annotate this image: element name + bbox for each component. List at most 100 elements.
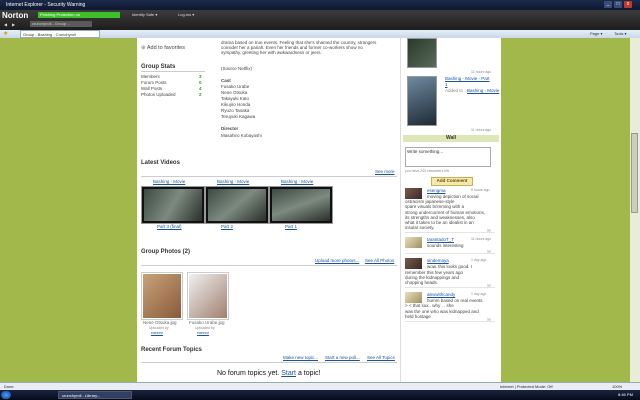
close-button[interactable]: x: [624, 1, 632, 8]
address-bar[interactable]: crunchyroll - Group ...: [30, 21, 92, 27]
video2-title-link[interactable]: Bashing - Movie - Part: [445, 76, 490, 81]
video-title-link[interactable]: Bashing - Movie: [281, 179, 313, 184]
reply-icon[interactable]: ✉: [487, 249, 491, 255]
divider: [141, 362, 397, 363]
start-topic-link[interactable]: Start: [281, 370, 296, 377]
cast-name: Kikujiro Honda: [221, 102, 251, 107]
video2-by-link[interactable]: Bashing - Movie: [467, 88, 499, 93]
user-avatar[interactable]: [405, 258, 422, 270]
browser-tab[interactable]: Group - Bashing - Crunchyroll: [20, 30, 100, 38]
photo-thumbnail[interactable]: [141, 272, 183, 320]
photo-name: Fusako Urabe.jpg: [189, 320, 225, 325]
taskbar-task[interactable]: crunchyroll - Library...: [58, 391, 132, 399]
favorites-star-icon[interactable]: ★: [3, 30, 8, 37]
cast-name: Ryuzo Tanaka: [221, 108, 250, 113]
stat-label: Photos Uploaded: [141, 92, 176, 97]
cast-name: Nene Otsuka: [221, 90, 248, 95]
video-thumbnail[interactable]: [407, 38, 437, 68]
photo-uploaded-by: Uploaded by: [195, 326, 215, 330]
upload-photos-link[interactable]: Upload more photos...: [315, 258, 359, 263]
wall-textarea[interactable]: Write something...: [405, 147, 491, 167]
wall-header: Wall: [403, 135, 499, 142]
user-avatar[interactable]: [405, 188, 422, 199]
back-icon[interactable]: ◀: [4, 22, 7, 27]
video-thumbnail[interactable]: [205, 186, 269, 224]
source-text: (Source Netflix): [221, 66, 253, 71]
scrollbar-thumb[interactable]: [631, 133, 638, 213]
phishing-status[interactable]: Phishing Protection on: [38, 12, 120, 18]
wall-user-link[interactable]: tarantadoT_T: [427, 237, 454, 242]
add-comment-button[interactable]: Add Comment: [431, 177, 473, 186]
video-time: 11 hours ago: [471, 70, 492, 74]
video-thumbnail[interactable]: [269, 186, 333, 224]
wall-post-line: chopping heads.: [405, 280, 439, 285]
video-still: [144, 189, 202, 221]
stat-value: 4: [199, 86, 202, 91]
chars-left: you have 240 characters left: [405, 169, 449, 173]
stat-value: 3: [199, 74, 202, 79]
video2-thumbnail[interactable]: [407, 76, 437, 126]
divider: [405, 321, 495, 322]
forward-icon[interactable]: ▶: [12, 22, 15, 27]
norton-logo: Norton: [2, 11, 29, 20]
page-menu[interactable]: Page ▾: [590, 31, 602, 36]
video-title-link[interactable]: Bashing - Movie: [217, 179, 249, 184]
video2-added-by: Added to: [445, 88, 464, 93]
videos-see-more-link[interactable]: See more: [375, 169, 395, 174]
logins-button[interactable]: Log-ins ▾: [178, 12, 194, 18]
cast-name: Fusako Urabe: [221, 84, 250, 89]
photo-thumbnail[interactable]: [187, 272, 229, 320]
photo-name: Nene Otsuka.jpg: [143, 320, 177, 325]
video-part-link[interactable]: Part 1: [285, 224, 297, 229]
wall-post-time: 11 hours ago: [471, 237, 492, 242]
wall-post-line: sounds interesting: [427, 243, 464, 249]
latest-videos-title: Latest Videos: [141, 160, 180, 166]
video-part-link[interactable]: Part 3 (final): [157, 224, 182, 229]
minimize-button[interactable]: _: [604, 1, 612, 8]
see-all-topics-link[interactable]: See All Topics: [367, 355, 395, 360]
tab-bar: ★ Group - Bashing - Crunchyroll Page ▾ T…: [0, 30, 640, 38]
video-still: [272, 189, 330, 221]
cast-title: Cast: [221, 78, 231, 83]
start-new-poll-link[interactable]: Start a new poll...: [325, 355, 360, 360]
wall-post-time: 6 hours ago: [471, 188, 490, 192]
maximize-button[interactable]: □: [614, 1, 622, 8]
photo-image: [143, 274, 181, 318]
user-avatar[interactable]: [405, 292, 422, 304]
wall-user-link[interactable]: alexwithcandy: [427, 292, 455, 297]
photo-user-link[interactable]: eaeecvi: [151, 331, 163, 335]
right-column: 11 hours ago Bashing - Movie - Part 1 Ad…: [400, 38, 501, 382]
reply-icon[interactable]: ✉: [487, 283, 491, 289]
divider: [141, 265, 397, 266]
page-background-left: [0, 38, 137, 382]
group-photos-title: Group Photos (2): [141, 249, 190, 255]
user-avatar[interactable]: [405, 237, 422, 249]
video-title-link[interactable]: Bashing - Movie: [153, 179, 185, 184]
divider: [405, 253, 495, 255]
video2-time: 11 hours ago: [471, 128, 492, 132]
make-new-topic-link[interactable]: Make new topic...: [283, 355, 318, 360]
wall-user-link[interactable]: sindemaya: [427, 258, 449, 263]
group-stats-title: Group Stats: [141, 64, 176, 70]
forum-empty-message: No forum topics yet. Start a topic!: [217, 370, 321, 377]
stat-label: Members: [141, 74, 160, 79]
tools-menu[interactable]: Tools ▾: [614, 31, 626, 36]
stat-value: 0: [199, 80, 202, 85]
scrollbar[interactable]: [630, 38, 640, 382]
wall-post-time: 1 day ago: [471, 292, 487, 297]
photo-user-link[interactable]: eaeecvi: [197, 331, 209, 335]
identity-safe-button[interactable]: Identity Safe ▾: [132, 12, 157, 18]
see-all-photos-link[interactable]: See All Photos: [365, 258, 394, 263]
photo-image: [189, 274, 227, 318]
stat-value: 2: [199, 92, 202, 97]
video-part-link[interactable]: Part 2: [221, 224, 233, 229]
add-to-favorites-link[interactable]: ⊕ Add to favorites: [141, 45, 185, 51]
start-button[interactable]: [1, 391, 11, 399]
reply-icon[interactable]: ✉: [487, 317, 491, 323]
video2-number[interactable]: 1: [445, 82, 448, 87]
wall-user-link[interactable]: esengma: [427, 188, 446, 193]
stat-label: Wall Posts: [141, 86, 163, 91]
description-line: sympathy, greeting her with awkwardness …: [221, 50, 322, 55]
reply-icon[interactable]: ✉: [487, 228, 491, 234]
video-thumbnail[interactable]: [141, 186, 205, 224]
